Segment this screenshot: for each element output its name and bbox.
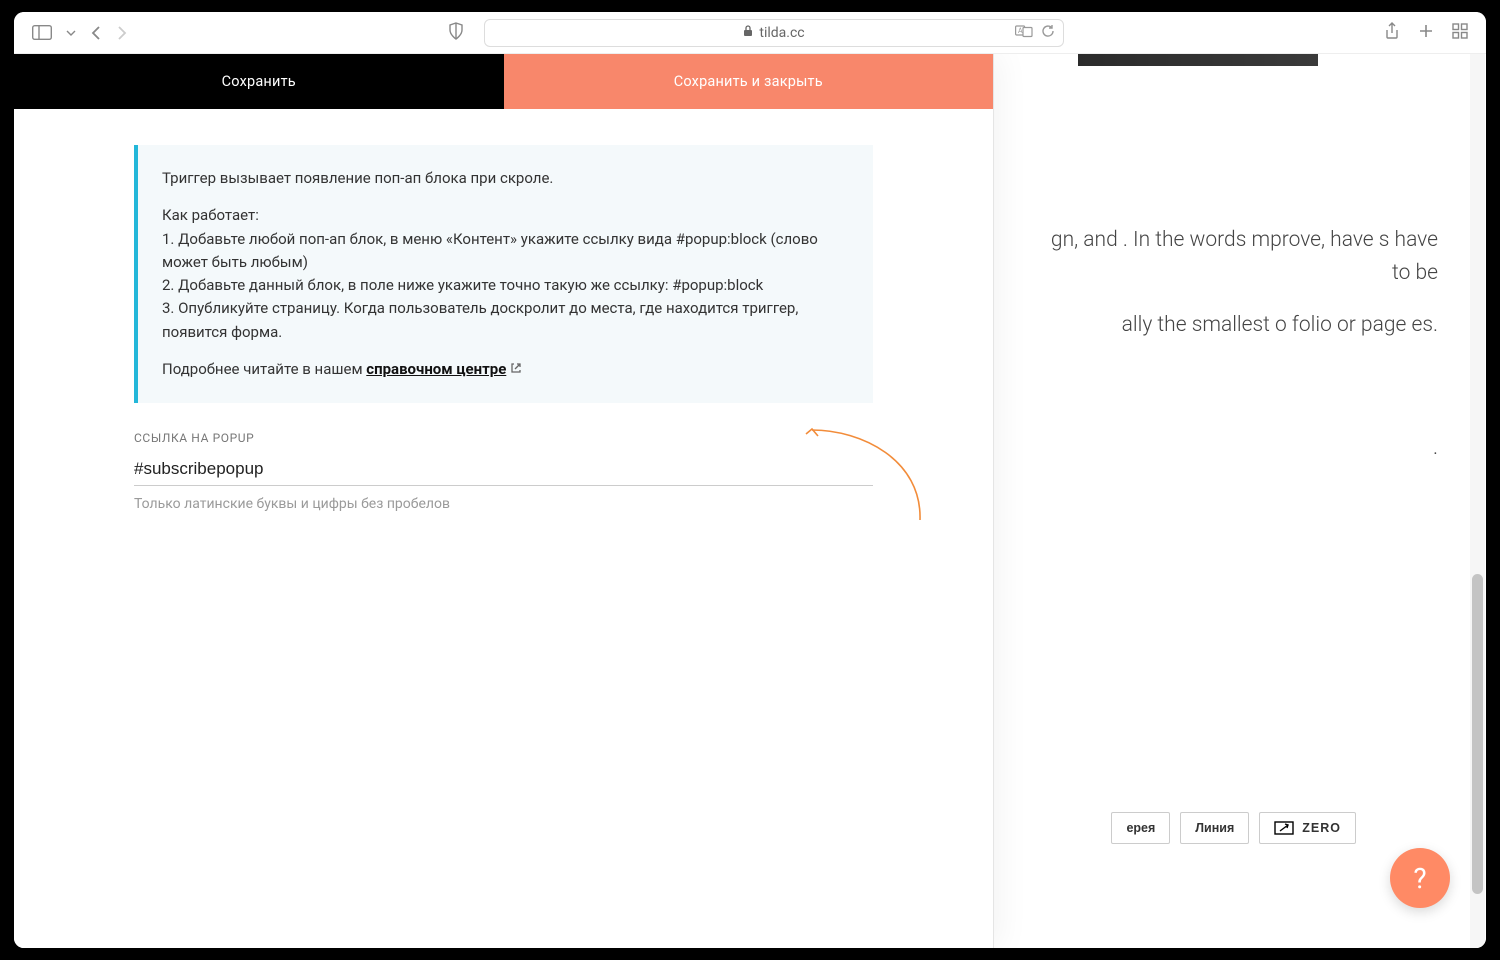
- info-how: Как работает: 1. Добавьте любой поп-ап б…: [162, 204, 849, 344]
- scrollbar-track[interactable]: [1470, 54, 1485, 948]
- nav-back-icon[interactable]: [90, 25, 102, 41]
- scrollbar-thumb[interactable]: [1472, 574, 1483, 894]
- info-box: Триггер вызывает появление поп-ап блока …: [134, 145, 873, 403]
- share-icon[interactable]: [1384, 22, 1400, 44]
- zero-icon: [1274, 821, 1294, 835]
- help-center-link[interactable]: справочном центре: [366, 360, 506, 378]
- help-button[interactable]: ?: [1390, 848, 1450, 908]
- help-icon: ?: [1413, 862, 1426, 895]
- save-button[interactable]: Сохранить: [14, 54, 504, 109]
- popup-link-label: ССЫЛКА НА POPUP: [134, 431, 873, 445]
- info-more: Подробнее читайте в нашем справочном цен…: [162, 358, 849, 381]
- article-text-fragment-2: ally the smallest o folio or page es.: [1048, 309, 1438, 342]
- sidebar-toggle-icon[interactable]: [32, 25, 52, 40]
- new-tab-icon[interactable]: [1418, 23, 1434, 43]
- reload-icon[interactable]: [1041, 24, 1055, 42]
- chevron-down-icon[interactable]: [66, 30, 76, 36]
- info-intro: Триггер вызывает появление поп-ап блока …: [162, 167, 849, 190]
- tab-overview-icon[interactable]: [1452, 23, 1468, 43]
- privacy-shield-icon[interactable]: [448, 22, 464, 44]
- popup-link-hint: Только латинские буквы и цифры без пробе…: [134, 496, 873, 512]
- page-content: gn, and . In the words mprove, have s ha…: [14, 54, 1486, 948]
- article-period: .: [1048, 432, 1438, 465]
- save-and-close-button[interactable]: Сохранить и закрыть: [504, 54, 994, 109]
- tag-line-button[interactable]: Линия: [1180, 812, 1249, 844]
- block-tag-row: ерея Линия ZERO: [1111, 812, 1356, 844]
- article-text-fragment: gn, and . In the words mprove, have s ha…: [1048, 224, 1438, 289]
- external-link-icon: [510, 360, 522, 378]
- url-bar[interactable]: tilda.cc A: [484, 19, 1064, 47]
- browser-toolbar: tilda.cc A: [14, 12, 1486, 54]
- popup-link-input[interactable]: [134, 451, 873, 486]
- background-image-strip: [1078, 54, 1318, 66]
- tag-zero-button[interactable]: ZERO: [1259, 812, 1356, 844]
- settings-panel: Сохранить Сохранить и закрыть Триггер вы…: [14, 54, 994, 948]
- lock-icon: [743, 25, 753, 41]
- translate-icon[interactable]: A: [1015, 24, 1033, 42]
- tag-gallery-button[interactable]: ерея: [1111, 812, 1170, 844]
- nav-forward-icon: [116, 25, 128, 41]
- tag-zero-label: ZERO: [1302, 821, 1341, 835]
- url-host: tilda.cc: [759, 25, 804, 41]
- svg-text:A: A: [1018, 27, 1023, 35]
